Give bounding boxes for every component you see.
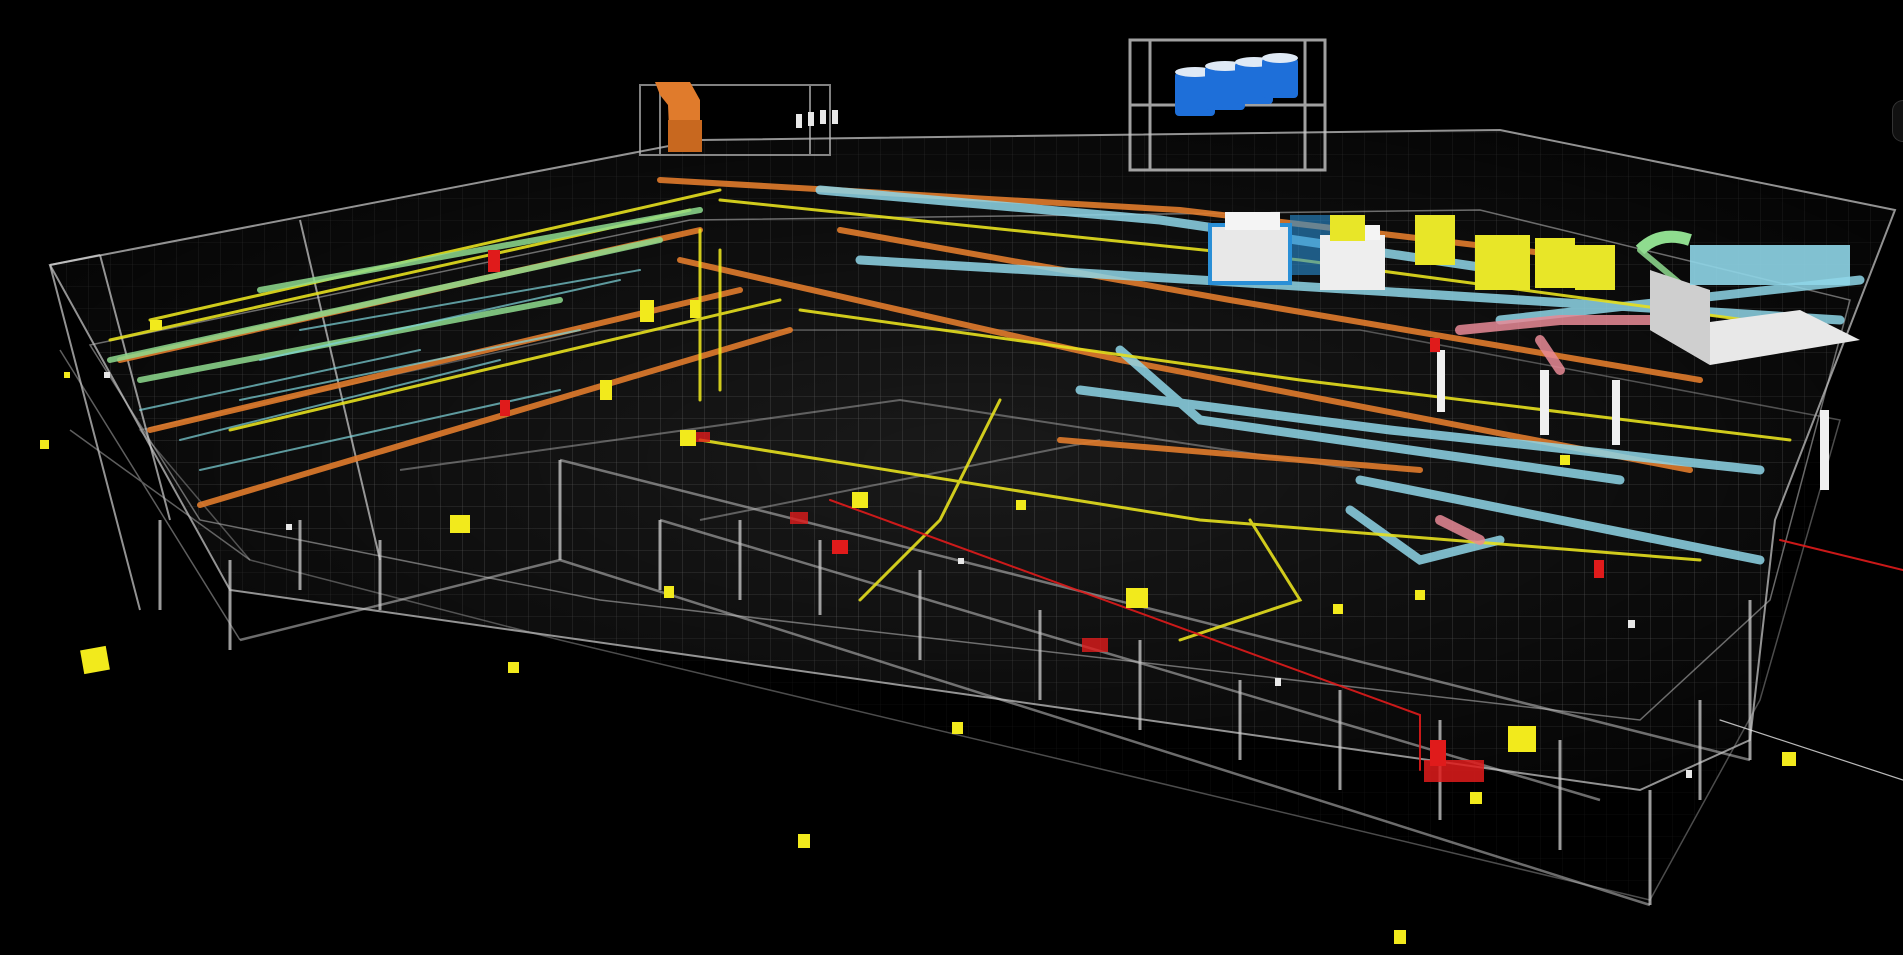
bim-model-canvas[interactable] [0,0,1903,955]
cooling-tank-icon [1175,53,1298,116]
exhaust-stack-icon [655,82,702,152]
valve-cluster [796,110,838,128]
model-viewport[interactable] [0,0,1903,955]
scroll-handle[interactable] [1892,100,1903,142]
building-structure [48,38,1897,907]
